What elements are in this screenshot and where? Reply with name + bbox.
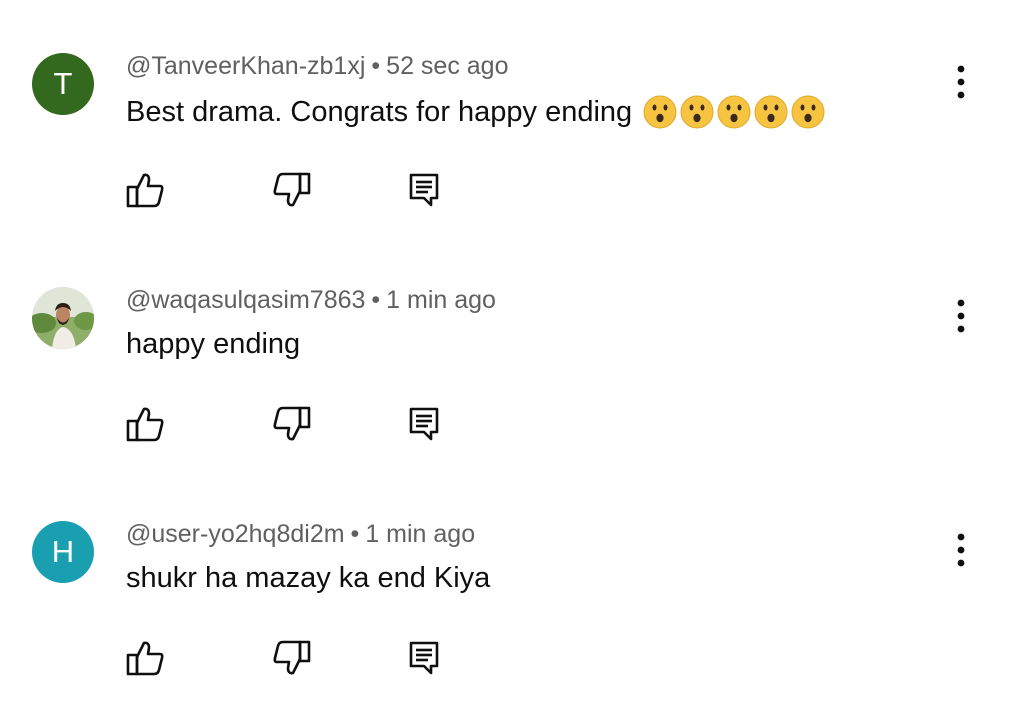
timestamp[interactable]: 1 min ago <box>386 286 496 314</box>
avatar[interactable]: T <box>32 53 94 115</box>
hushed-face-emoji <box>754 95 788 129</box>
separator-dot: • <box>371 286 381 314</box>
comment-item: @waqasulqasim7863 • 1 min ago happy ending <box>0 234 1024 468</box>
avatar-photo[interactable] <box>32 287 94 349</box>
comment-item: T @TanveerKhan-zb1xj • 52 sec ago Best dra… <box>0 0 1024 234</box>
reply-comment-icon[interactable] <box>404 171 444 209</box>
thumbs-down-icon[interactable] <box>271 171 311 209</box>
comment-text: happy ending <box>126 328 300 361</box>
thumbs-up-icon[interactable] <box>126 405 166 443</box>
hushed-face-emoji <box>680 95 714 129</box>
comment-meta: @waqasulqasim7863 • 1 min ago <box>126 286 496 315</box>
thumbs-up-icon[interactable] <box>126 639 166 677</box>
reply-comment-icon[interactable] <box>404 405 444 443</box>
avatar-letter: T <box>53 66 73 101</box>
comment-text: Best drama. Congrats for happy ending <box>126 94 826 130</box>
more-vertical-icon[interactable] <box>948 532 974 568</box>
comment-body: shukr ha mazay ka end Kiya <box>126 562 491 594</box>
author-handle[interactable]: @TanveerKhan-zb1xj <box>126 52 365 80</box>
hushed-face-emoji <box>791 95 825 129</box>
comment-meta: @TanveerKhan-zb1xj • 52 sec ago <box>126 52 509 81</box>
separator-dot: • <box>371 52 381 80</box>
author-handle[interactable]: @user-yo2hq8di2m <box>126 520 345 548</box>
hushed-face-emoji <box>643 95 677 129</box>
timestamp[interactable]: 1 min ago <box>365 520 475 548</box>
thumbs-down-icon[interactable] <box>271 405 311 443</box>
timestamp[interactable]: 52 sec ago <box>386 52 508 80</box>
avatar-letter: H <box>51 534 75 569</box>
thumbs-up-icon[interactable] <box>126 171 166 209</box>
profile-photo <box>32 287 94 349</box>
reply-comment-icon[interactable] <box>404 639 444 677</box>
comment-item: H @user-yo2hq8di2m • 1 min ago shukr ha ma… <box>0 468 1024 702</box>
comment-meta: @user-yo2hq8di2m • 1 min ago <box>126 520 475 549</box>
author-handle[interactable]: @waqasulqasim7863 <box>126 286 365 314</box>
comment-text: shukr ha mazay ka end Kiya <box>126 562 490 595</box>
hushed-face-emoji <box>717 95 751 129</box>
avatar[interactable]: H <box>32 521 94 583</box>
comment-body: happy ending <box>126 328 301 360</box>
emoji-group <box>642 94 826 130</box>
more-vertical-icon[interactable] <box>948 64 974 100</box>
comment-body: Best drama. Congrats for happy ending <box>126 95 633 128</box>
separator-dot: • <box>350 520 360 548</box>
more-vertical-icon[interactable] <box>948 298 974 334</box>
thumbs-down-icon[interactable] <box>271 639 311 677</box>
